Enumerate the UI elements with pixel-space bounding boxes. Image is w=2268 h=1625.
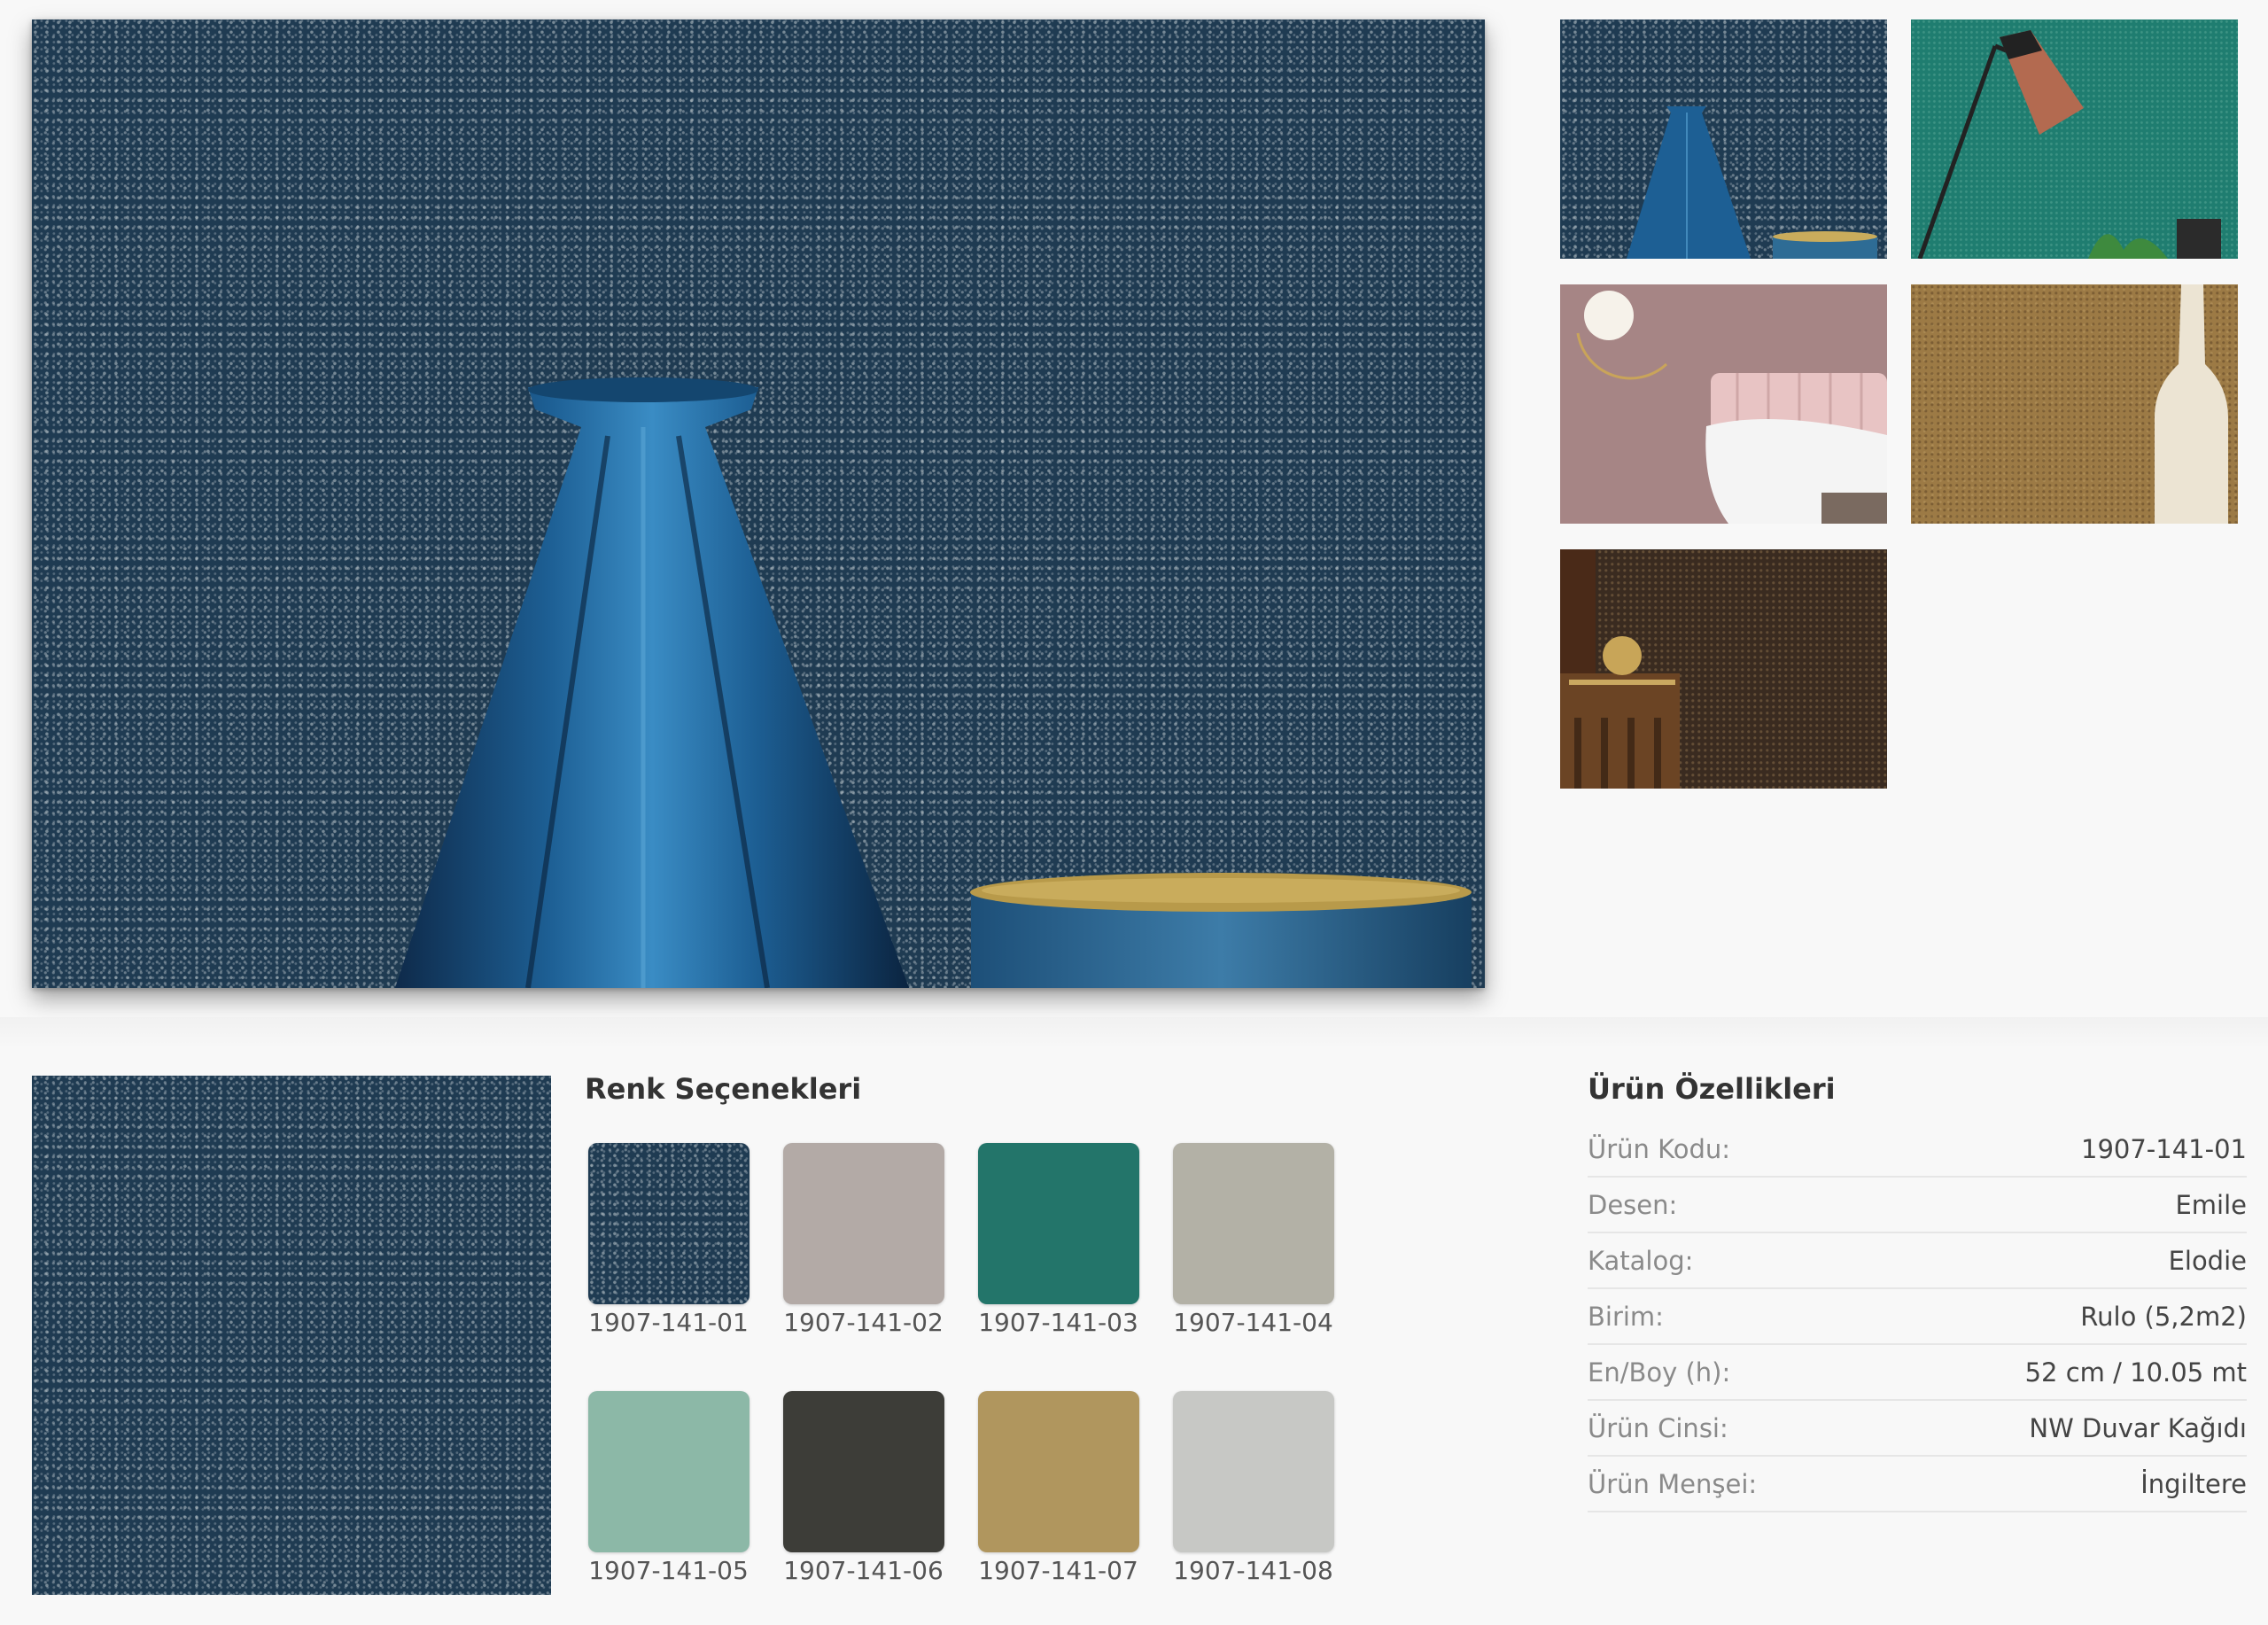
color-option-02[interactable]: 1907-141-02 (781, 1143, 945, 1347)
spec-label: Desen: (1588, 1189, 1678, 1220)
spec-value: NW Duvar Kağıdı (2029, 1412, 2247, 1443)
lamp-illustration (1917, 30, 2221, 259)
spec-value: 52 cm / 10.05 mt (2024, 1357, 2247, 1388)
spec-row-pattern: Desen: Emile (1588, 1178, 2247, 1233)
color-option-04[interactable]: 1907-141-04 (1171, 1143, 1335, 1347)
vase-illustration (395, 377, 1472, 988)
color-code: 1907-141-04 (1173, 1308, 1333, 1337)
spec-value: 1907-141-01 (2081, 1133, 2247, 1164)
color-code: 1907-141-01 (588, 1308, 749, 1337)
spec-value: İngiltere (2140, 1468, 2247, 1499)
color-chip[interactable] (782, 1391, 944, 1552)
color-option-01[interactable]: 1907-141-01 (586, 1143, 750, 1347)
color-code: 1907-141-06 (783, 1556, 944, 1585)
spec-row-unit: Birim: Rulo (5,2m2) (1588, 1289, 2247, 1345)
color-options-title: Renk Seçenekleri (585, 1072, 862, 1106)
thumb-brown-jar[interactable] (1560, 549, 1887, 789)
color-code: 1907-141-08 (1173, 1556, 1333, 1585)
color-option-08[interactable]: 1907-141-08 (1171, 1391, 1335, 1595)
thumb-pink-bedroom[interactable] (1560, 284, 1887, 524)
thumb-blue-vase[interactable] (1560, 19, 1887, 259)
spec-label: Birim: (1588, 1301, 1664, 1332)
spec-value: Emile (2175, 1189, 2247, 1220)
spec-row-product-type: Ürün Cinsi: NW Duvar Kağıdı (1588, 1401, 2247, 1457)
spec-value: Elodie (2168, 1245, 2247, 1276)
vase-illustration (1627, 106, 1877, 259)
spec-row-catalog: Katalog: Elodie (1588, 1233, 2247, 1289)
bedroom-illustration (1576, 291, 1887, 524)
color-code: 1907-141-07 (978, 1556, 1138, 1585)
pattern-swatch-large (32, 1076, 551, 1595)
spec-label: Ürün Menşei: (1588, 1468, 1758, 1499)
color-chip[interactable] (1172, 1391, 1334, 1552)
color-option-05[interactable]: 1907-141-05 (586, 1391, 750, 1595)
jar-illustration (1560, 549, 1680, 789)
color-chip[interactable] (782, 1143, 944, 1304)
product-specs-title: Ürün Özellikleri (1588, 1072, 1836, 1106)
color-chip[interactable] (977, 1391, 1139, 1552)
color-option-06[interactable]: 1907-141-06 (781, 1391, 945, 1595)
spec-row-product-code: Ürün Kodu: 1907-141-01 (1588, 1122, 2247, 1178)
color-chip[interactable] (977, 1143, 1139, 1304)
color-chip[interactable] (587, 1143, 750, 1304)
color-option-07[interactable]: 1907-141-07 (976, 1391, 1140, 1595)
spec-label: Katalog: (1588, 1245, 1694, 1276)
color-code: 1907-141-03 (978, 1308, 1138, 1337)
color-chip[interactable] (587, 1391, 750, 1552)
spec-row-origin: Ürün Menşei: İngiltere (1588, 1457, 2247, 1512)
main-product-image[interactable] (32, 19, 1485, 988)
color-code: 1907-141-02 (783, 1308, 944, 1337)
thumb-green-lamp[interactable] (1911, 19, 2238, 259)
color-code: 1907-141-05 (588, 1556, 749, 1585)
spec-row-dimensions: En/Boy (h): 52 cm / 10.05 mt (1588, 1345, 2247, 1401)
color-chip[interactable] (1172, 1143, 1334, 1304)
section-divider (0, 1017, 2268, 1049)
product-specs-table: Ürün Kodu: 1907-141-01 Desen: Emile Kata… (1588, 1122, 2247, 1512)
spec-label: Ürün Kodu: (1588, 1133, 1731, 1164)
vase-illustration (2155, 284, 2228, 524)
spec-value: Rulo (5,2m2) (2080, 1301, 2247, 1332)
spec-label: Ürün Cinsi: (1588, 1412, 1728, 1443)
thumb-gold-vase[interactable] (1911, 284, 2238, 524)
color-option-03[interactable]: 1907-141-03 (976, 1143, 1140, 1347)
spec-label: En/Boy (h): (1588, 1357, 1731, 1388)
